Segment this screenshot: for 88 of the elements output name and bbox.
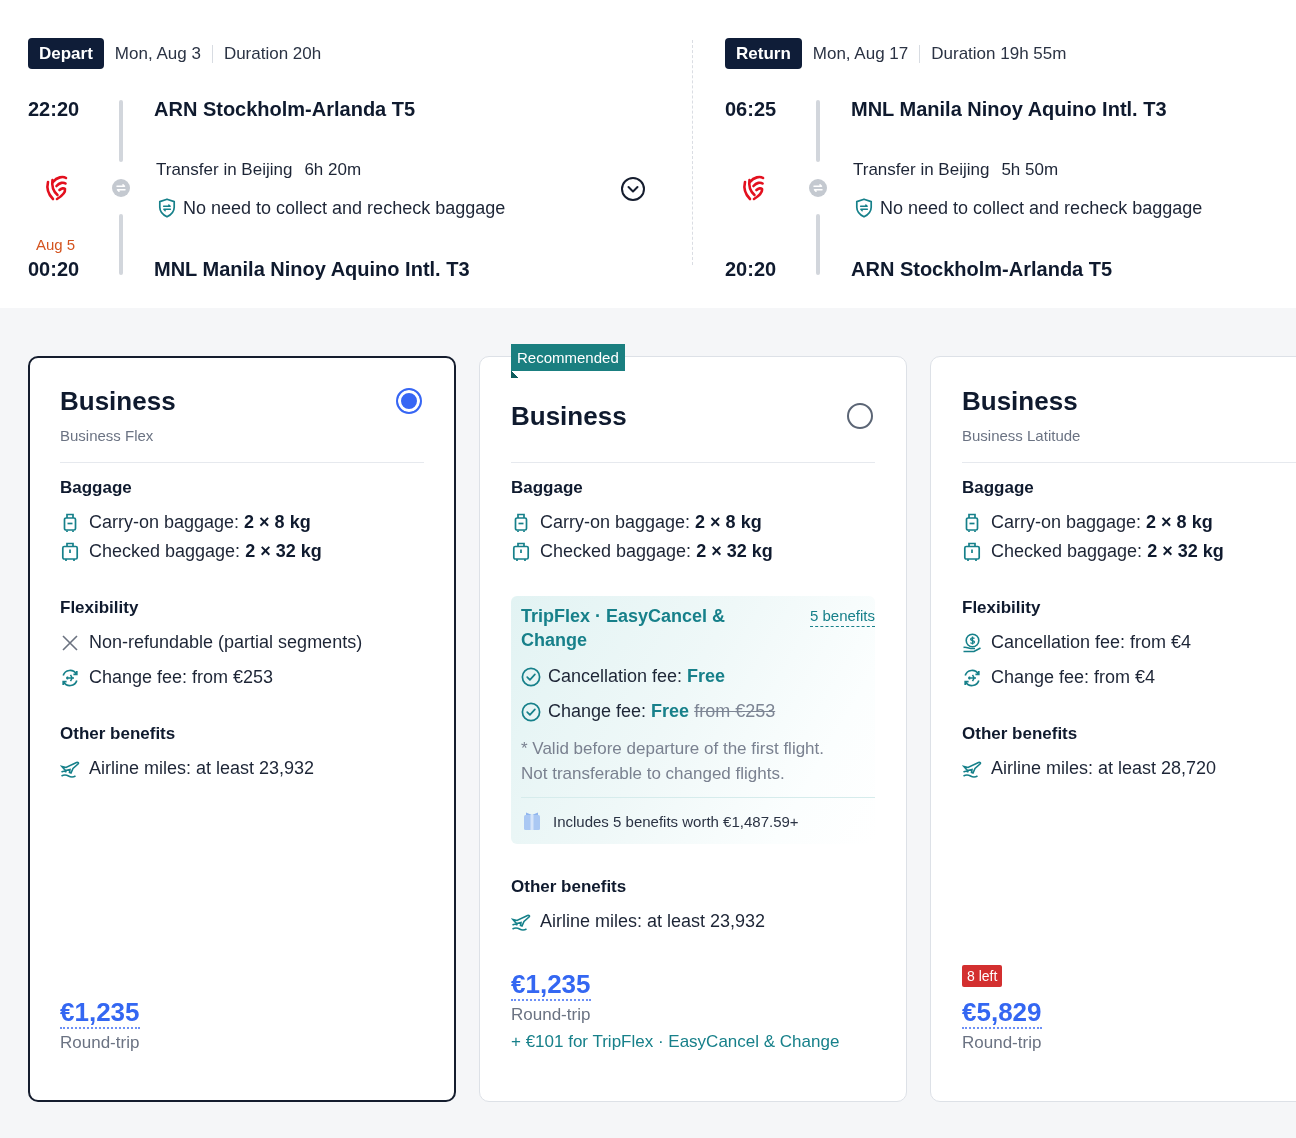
baggage-allowance: Carry-on baggage: 2 × 8 kg [540, 511, 762, 534]
section-heading: Baggage [511, 477, 583, 499]
airport-name: ARN Stockholm-Arlanda T5 [851, 257, 1113, 282]
tripflex-fee: Change fee: Free from €253 [548, 700, 776, 723]
baggage-allowance: Checked baggage: 2 × 32 kg [540, 540, 773, 563]
airport-name: MNL Manila Ninoy Aquino Intl. T3 [154, 257, 470, 282]
baggage-allowance: Checked baggage: 2 × 32 kg [991, 540, 1224, 563]
arrival-time: 00:20 [28, 257, 80, 282]
luggage-icon [61, 541, 79, 562]
check-circle-icon [521, 701, 541, 722]
airport-name: MNL Manila Ninoy Aquino Intl. T3 [851, 97, 1167, 122]
flight-duration: Duration 20h [223, 43, 322, 64]
plane-arrows-icon [60, 667, 80, 688]
suitcase-icon [964, 512, 980, 533]
radio-button[interactable] [396, 388, 422, 414]
baggage-allowance: Carry-on baggage: 2 × 8 kg [991, 511, 1213, 534]
fare-price: €5,829 [962, 997, 1042, 1029]
price-note: Round-trip [511, 1004, 591, 1026]
section-heading: Other benefits [511, 876, 627, 898]
fare-title: Business [511, 399, 627, 432]
shield-icon [855, 198, 873, 218]
fare-title: Business [60, 385, 176, 417]
fare-subtitle: Business Latitude [962, 426, 1081, 446]
feature-text: Non-refundable (partial segments) [89, 631, 363, 654]
section-heading: Flexibility [60, 597, 139, 619]
fare-subtitle: Business Flex [60, 426, 154, 446]
feature-text: Change fee: from €253 [89, 666, 274, 689]
departure-time: 06:25 [725, 97, 777, 122]
leg-badge: Depart [28, 38, 104, 69]
transfer-icon [112, 178, 130, 197]
chevron-down-icon[interactable] [621, 177, 645, 201]
benefits-link[interactable]: 5 benefits [809, 606, 875, 627]
section-heading: Baggage [962, 477, 1034, 499]
baggage-allowance: Carry-on baggage: 2 × 8 kg [89, 511, 311, 534]
feature-text: Airline miles: at least 23,932 [89, 757, 315, 780]
leg-badge: Return [725, 38, 802, 69]
layover-duration: 5h 50m [1001, 159, 1059, 181]
section-heading: Flexibility [962, 597, 1041, 619]
recommended-ribbon: Recommended [511, 344, 625, 378]
gift-icon [523, 811, 541, 831]
transfer-icon [809, 178, 827, 197]
cross-icon [61, 633, 79, 652]
arrival-date-note: Aug 5 [36, 236, 76, 254]
radio-button[interactable] [847, 402, 873, 429]
arrival-time: 20:20 [725, 257, 777, 282]
feature-text: Airline miles: at least 23,932 [540, 910, 766, 933]
plane-arrows-icon [962, 667, 982, 688]
luggage-icon [512, 541, 530, 562]
plane-icon [962, 759, 982, 778]
section-heading: Other benefits [60, 723, 176, 745]
benefits-summary: Includes 5 benefits worth €1,487.59+ [553, 812, 799, 830]
baggage-note: No need to collect and recheck baggage [880, 197, 1203, 220]
baggage-allowance: Checked baggage: 2 × 32 kg [89, 540, 322, 563]
suitcase-icon [62, 512, 78, 533]
shield-icon [158, 198, 176, 218]
section-heading: Baggage [60, 477, 132, 499]
flight-date: Mon, Aug 17 [812, 43, 909, 64]
check-circle-icon [521, 666, 541, 687]
fare-price: €1,235 [60, 997, 140, 1029]
fare-card[interactable] [28, 356, 456, 1102]
luggage-icon [963, 541, 981, 562]
baggage-note: No need to collect and recheck baggage [183, 197, 506, 220]
feature-text: Change fee: from €4 [991, 666, 1156, 689]
suitcase-icon [513, 512, 529, 533]
airline-logo [741, 174, 765, 202]
fare-price: €1,235 [511, 969, 591, 1001]
tripflex-title: TripFlex · EasyCancel & Change [521, 605, 727, 652]
plane-icon [60, 759, 80, 778]
departure-time: 22:20 [28, 97, 80, 122]
airport-name: ARN Stockholm-Arlanda T5 [154, 97, 416, 122]
coin-hand-icon [962, 632, 982, 653]
price-note: Round-trip [60, 1032, 140, 1054]
flight-date: Mon, Aug 3 [114, 43, 201, 64]
flight-duration: Duration 19h 55m [931, 43, 1067, 64]
feature-text: Cancellation fee: from €4 [991, 631, 1192, 654]
airline-logo [44, 174, 68, 202]
price-note: Round-trip [962, 1032, 1042, 1054]
plane-icon [511, 912, 531, 931]
layover-duration: 6h 20m [304, 159, 362, 181]
fare-title: Business [962, 385, 1078, 417]
transfer-city: Transfer in Beijing [853, 159, 990, 181]
tripflex-fee: Cancellation fee: Free [548, 665, 726, 688]
transfer-city: Transfer in Beijing [156, 159, 293, 181]
tripflex-note: * Valid before departure of the first flight. Not transferable to changed flights. [521, 738, 826, 785]
upsell-text: + €101 for TripFlex · EasyCancel & Change [511, 1031, 840, 1053]
feature-text: Airline miles: at least 28,720 [991, 757, 1217, 780]
section-heading: Other benefits [962, 723, 1078, 745]
seats-left-badge: 8 left [962, 965, 1003, 987]
